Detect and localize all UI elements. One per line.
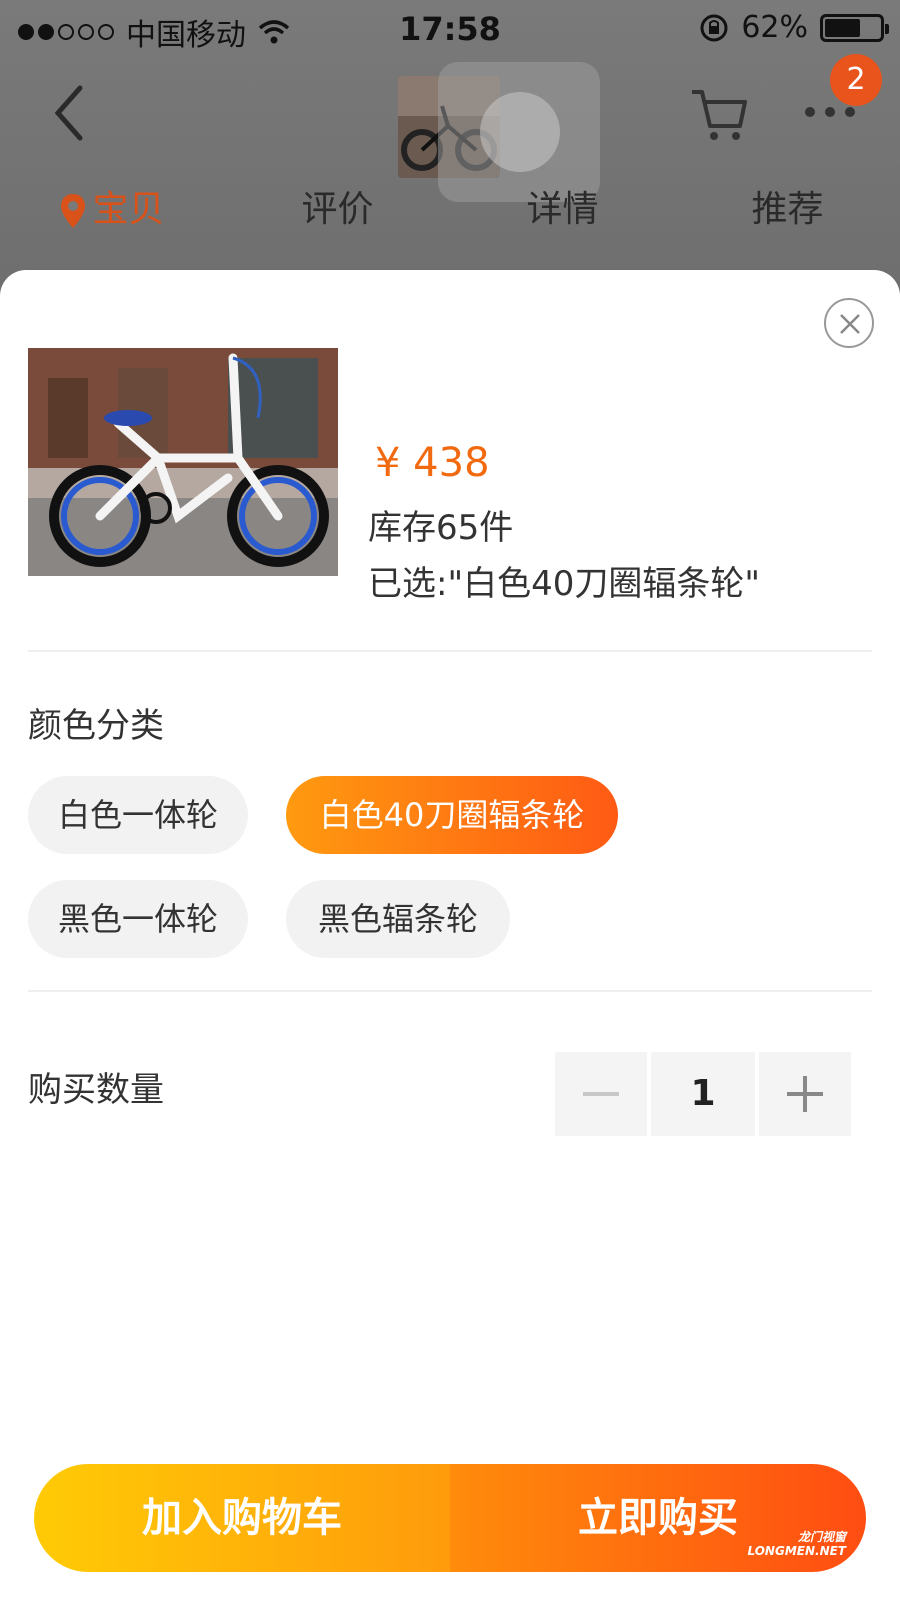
close-button[interactable]: [824, 298, 874, 348]
tab-item[interactable]: 宝贝: [0, 180, 225, 250]
selected-sku-label: 已选:"白色40刀圈辐条轮": [368, 564, 760, 604]
decrease-button[interactable]: [555, 1052, 647, 1136]
chevron-left-icon: [54, 85, 83, 141]
nav-bar: [0, 58, 900, 202]
action-bar: 加入购物车 立即购买 龙门视窗 LONGMEN.NET: [34, 1464, 866, 1572]
color-section-title: 颜色分类: [28, 706, 164, 746]
location-pin-icon: [61, 194, 86, 228]
buy-now-button[interactable]: 立即购买 龙门视窗 LONGMEN.NET: [450, 1464, 866, 1572]
close-icon: [840, 314, 860, 334]
tab-label: 推荐: [751, 189, 824, 230]
watermark-logo: 龙门视窗 LONGMEN.NET: [747, 1530, 846, 1558]
cart-icon: [692, 90, 747, 140]
tab-item[interactable]: 评价: [225, 180, 450, 250]
quantity-section-title: 购买数量: [28, 1070, 164, 1110]
product-image: [28, 348, 338, 576]
sku-option[interactable]: 白色一体轮: [28, 776, 248, 854]
quantity-stepper: 1: [555, 1052, 851, 1136]
status-right: 62%: [699, 10, 889, 45]
sku-sheet: ¥ 438 库存65件 已选:"白色40刀圈辐条轮" 颜色分类 白色一体轮 白色…: [0, 270, 900, 1597]
sku-option[interactable]: 黑色一体轮: [28, 880, 248, 958]
rotation-lock-icon: [700, 14, 728, 41]
stock-label: 库存65件: [368, 508, 514, 548]
tab-bar: 宝贝 评价 详情 推荐: [0, 180, 900, 250]
tab-label: 宝贝: [92, 189, 165, 230]
price-label: ¥ 438: [375, 440, 490, 486]
sku-option-selected[interactable]: 白色40刀圈辐条轮: [286, 776, 618, 854]
divider: [28, 990, 872, 992]
buy-now-label: 立即购买: [578, 1495, 738, 1541]
add-to-cart-button[interactable]: 加入购物车: [34, 1464, 450, 1572]
cart-button[interactable]: [690, 84, 748, 144]
sku-option[interactable]: 黑色辐条轮: [286, 880, 510, 958]
tab-label: 详情: [526, 189, 599, 230]
tab-label: 评价: [301, 189, 374, 230]
battery-percent: 62%: [741, 10, 808, 45]
battery-icon: [820, 13, 889, 42]
status-bar: 中国移动 17:58 62%: [0, 0, 900, 58]
quantity-value[interactable]: 1: [651, 1052, 755, 1136]
cart-badge: 2: [830, 54, 882, 106]
divider: [28, 650, 872, 652]
tab-item[interactable]: 推荐: [675, 180, 900, 250]
back-button[interactable]: [44, 78, 94, 148]
increase-button[interactable]: [759, 1052, 851, 1136]
background-page: 中国移动 17:58 62% 2 宝贝 评价 详情 推荐: [0, 0, 900, 300]
tab-item[interactable]: 详情: [450, 180, 675, 250]
